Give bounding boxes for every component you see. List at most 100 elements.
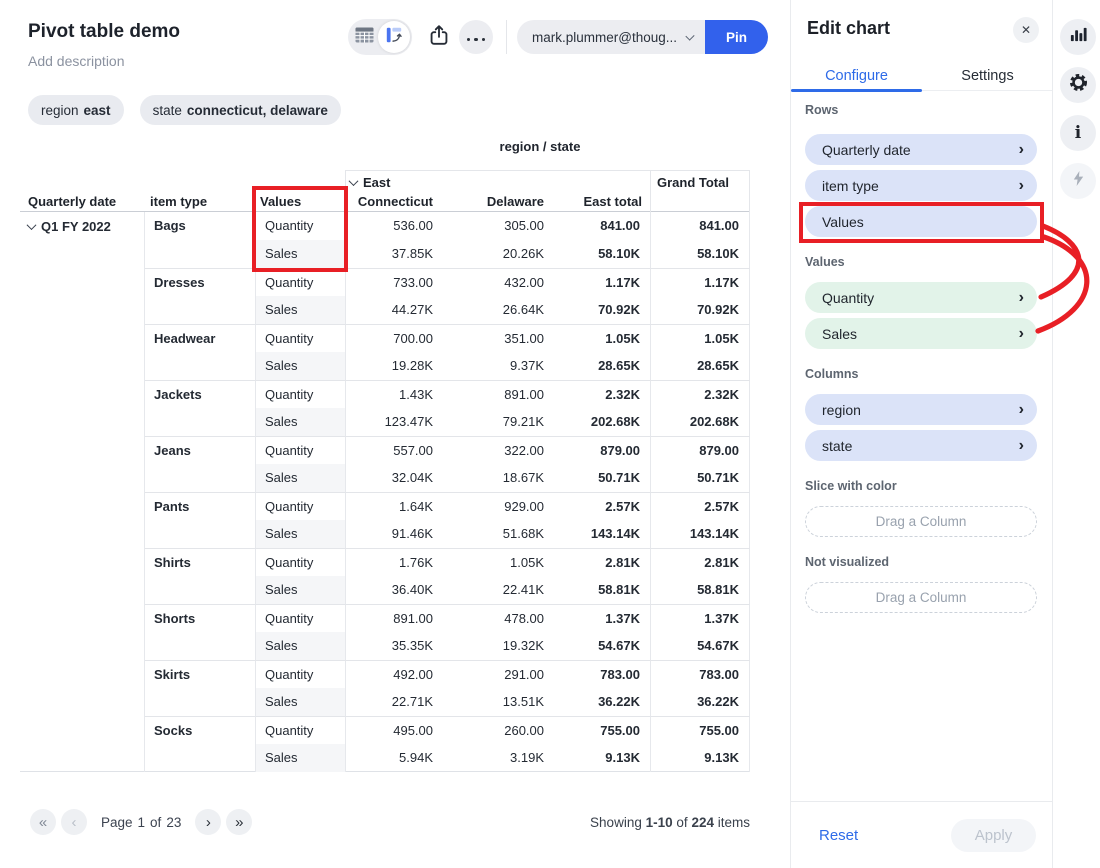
more-options-button[interactable] xyxy=(459,20,493,54)
pivot-axis-title: region / state xyxy=(345,139,735,154)
table-view-button[interactable] xyxy=(348,27,380,48)
spotiq-rail-button[interactable] xyxy=(1060,163,1096,199)
row-header-quarterly-date: Quarterly date xyxy=(28,194,116,209)
value-label-cell: Sales xyxy=(255,352,345,380)
filter-chip-region[interactable]: region east xyxy=(28,95,124,125)
info-rail-button[interactable]: i xyxy=(1060,115,1096,151)
pivot-data-cell: 143.14K xyxy=(650,520,750,548)
pivot-data-cell: 2.32K xyxy=(554,380,650,408)
filter-value: east xyxy=(84,103,111,118)
pivot-data-cell: 1.76K xyxy=(345,548,443,576)
pivot-data-cell: 44.27K xyxy=(345,296,443,324)
previous-page-button[interactable]: ‹ xyxy=(61,809,87,835)
pivot-data-cell: 18.67K xyxy=(443,464,554,492)
pivot-data-cell: 20.26K xyxy=(443,240,554,268)
not-visualized-dropzone[interactable]: Drag a Column xyxy=(805,582,1037,613)
add-description-placeholder[interactable]: Add description xyxy=(28,53,125,69)
chip-state[interactable]: state› xyxy=(805,430,1037,461)
pivot-data-cell: 70.92K xyxy=(650,296,750,324)
chip-sales[interactable]: Sales› xyxy=(805,318,1037,349)
filter-chip-state[interactable]: state connecticut, delaware xyxy=(140,95,341,125)
chip-label: Quantity xyxy=(822,290,874,306)
last-page-button[interactable]: » xyxy=(226,809,252,835)
pivot-data-cell: 2.57K xyxy=(554,492,650,520)
chip-label: state xyxy=(822,438,852,454)
pivot-data-cell: 322.00 xyxy=(443,436,554,464)
column-group-east[interactable]: East xyxy=(350,175,390,190)
pivot-data-cell: 536.00 xyxy=(345,212,443,240)
value-label-cell: Sales xyxy=(255,744,345,772)
pivot-data-cell: 9.13K xyxy=(554,744,650,772)
pivot-data-cell: 35.35K xyxy=(345,632,443,660)
active-tab-underline xyxy=(791,89,922,92)
filter-label: region xyxy=(41,103,79,118)
pivot-data-cell: 79.21K xyxy=(443,408,554,436)
chip-item-type[interactable]: item type› xyxy=(805,170,1037,201)
filter-label: state xyxy=(153,103,182,118)
pivot-header: East Grand Total Quarterly date item typ… xyxy=(20,170,750,212)
next-page-button[interactable]: › xyxy=(195,809,221,835)
rows-section-label: Rows xyxy=(805,103,1037,118)
pivot-data-cell: 36.40K xyxy=(345,576,443,604)
filter-value: connecticut, delaware xyxy=(187,103,328,118)
item-type-cell: Pants xyxy=(145,492,255,548)
pivot-data-cell: 9.37K xyxy=(443,352,554,380)
item-type-cell: Bags xyxy=(145,212,255,268)
row-header-item-type: item type xyxy=(150,194,207,209)
pivot-data-cell: 51.68K xyxy=(443,520,554,548)
share-button[interactable] xyxy=(423,21,455,53)
panel-title: Edit chart xyxy=(807,18,890,39)
quarter-row-header[interactable]: Q1 FY 2022 xyxy=(20,212,145,772)
item-type-cell: Jackets xyxy=(145,380,255,436)
slice-with-color-label: Slice with color xyxy=(805,479,1037,494)
chevron-right-icon: › xyxy=(1019,142,1024,158)
slice-with-color-dropzone[interactable]: Drag a Column xyxy=(805,506,1037,537)
close-panel-button[interactable]: ✕ xyxy=(1013,17,1039,43)
view-toggle xyxy=(348,19,412,55)
pivot-view-button[interactable] xyxy=(378,21,410,53)
pivot-data-cell: 2.81K xyxy=(650,548,750,576)
panel-tabs: Configure Settings xyxy=(791,62,1053,91)
value-label-cell: Sales xyxy=(255,632,345,660)
chip-region[interactable]: region› xyxy=(805,394,1037,425)
apply-button[interactable]: Apply xyxy=(951,819,1036,852)
pivot-data-cell: 37.85K xyxy=(345,240,443,268)
value-label-cell: Sales xyxy=(255,520,345,548)
gear-icon xyxy=(1068,72,1089,98)
pivot-data-cell: 755.00 xyxy=(554,716,650,744)
pivot-data-cell: 50.71K xyxy=(650,464,750,492)
pivot-data-cell: 19.28K xyxy=(345,352,443,380)
col-header-delaware: Delaware xyxy=(443,194,544,209)
pivot-data-cell: 260.00 xyxy=(443,716,554,744)
pin-button[interactable]: Pin xyxy=(705,20,768,54)
showing-items-text: Showing 1-10 of 224 items xyxy=(440,815,750,830)
chart-rail-button[interactable] xyxy=(1060,19,1096,55)
pivot-data-cell: 19.32K xyxy=(443,632,554,660)
configure-sections: Rows Quarterly date›item type›Values Val… xyxy=(805,103,1037,618)
chip-values[interactable]: Values xyxy=(805,206,1037,237)
tab-configure[interactable]: Configure xyxy=(791,62,922,90)
value-label-cell: Quantity xyxy=(255,548,345,576)
pagination: « ‹ Page 1 of 23 › » xyxy=(30,809,252,835)
double-chevron-left-icon: « xyxy=(39,814,47,831)
grand-total-header: Grand Total xyxy=(657,175,729,190)
pivot-data-cell: 2.81K xyxy=(554,548,650,576)
chevron-right-icon: › xyxy=(1019,178,1024,194)
chip-quarterly-date[interactable]: Quarterly date› xyxy=(805,134,1037,165)
chip-quantity[interactable]: Quantity› xyxy=(805,282,1037,313)
user-dropdown[interactable]: mark.plummer@thoug... xyxy=(517,20,705,54)
value-label-cell: Sales xyxy=(255,464,345,492)
reset-button[interactable]: Reset xyxy=(819,827,858,844)
value-label-cell: Quantity xyxy=(255,660,345,688)
double-chevron-right-icon: » xyxy=(235,814,243,831)
quarter-label: Q1 FY 2022 xyxy=(41,219,111,234)
first-page-button[interactable]: « xyxy=(30,809,56,835)
settings-rail-button[interactable] xyxy=(1060,67,1096,103)
pivot-data-cell: 1.17K xyxy=(554,268,650,296)
pivot-data-cell: 22.71K xyxy=(345,688,443,716)
tab-settings[interactable]: Settings xyxy=(922,62,1053,90)
pivot-data-cell: 478.00 xyxy=(443,604,554,632)
current-page: 1 xyxy=(138,815,146,830)
pivot-data-cell: 13.51K xyxy=(443,688,554,716)
pivot-body: Q1 FY 2022BagsQuantity536.00305.00841.00… xyxy=(20,212,750,772)
